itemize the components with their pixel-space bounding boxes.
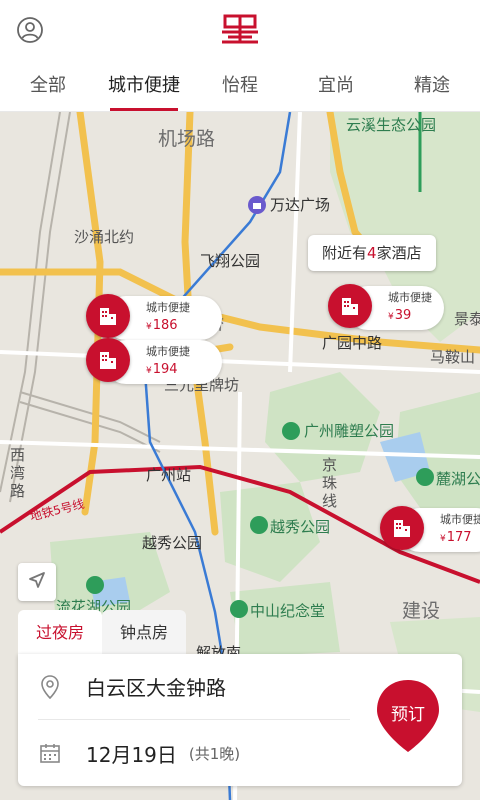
hotel-brand: 城市便捷 [440, 513, 480, 526]
hotel-price: ¥39 [388, 308, 412, 323]
park-icon [416, 468, 434, 486]
hotel-price: ¥186 [146, 318, 178, 333]
brand-logo-icon [222, 14, 258, 44]
hotel-building-icon [86, 294, 130, 338]
map-label: 越秀公园 [142, 534, 203, 552]
book-button[interactable]: 预订 [374, 678, 442, 754]
map-label: 越秀公园 [270, 518, 331, 536]
map-label: 马鞍山 [430, 348, 476, 366]
book-button-label: 预订 [391, 705, 425, 725]
map-label: 云溪生态公园 [346, 116, 437, 134]
hotel-brand: 城市便捷 [388, 291, 432, 304]
map-label: 建设 [402, 600, 441, 622]
booking-panel: 白云区大金钟路 12月19日 (共1晚) 预订 [18, 654, 462, 786]
map-label: 中山纪念堂 [250, 602, 326, 620]
tab-yishang[interactable]: 宜尚 [288, 60, 384, 111]
stay-type-tabs: 过夜房 钟点房 [18, 610, 187, 656]
nearby-suffix: 家酒店 [376, 244, 422, 262]
tab-hourly[interactable]: 钟点房 [102, 610, 187, 656]
nights-count: (共1晚) [188, 744, 241, 763]
hotel-building-icon [380, 506, 424, 550]
locate-button[interactable] [18, 563, 56, 601]
park-icon [230, 600, 248, 618]
hotel-building-icon [328, 284, 372, 328]
user-icon[interactable] [16, 16, 44, 44]
tab-city-express[interactable]: 城市便捷 [96, 60, 192, 111]
tab-yicheng[interactable]: 怡程 [192, 60, 288, 111]
nearby-count: 4 [367, 244, 377, 262]
map-label: 飞翔公园 [200, 252, 261, 270]
park-icon [250, 516, 268, 534]
tab-overnight[interactable]: 过夜房 [18, 610, 103, 656]
map-label: 西湾路 [10, 446, 26, 500]
map-label: 机场路 [158, 128, 216, 150]
app-header [0, 0, 480, 60]
nearby-hotels-tooltip[interactable]: 附近有4家酒店 [308, 235, 436, 271]
hotel-building-icon [86, 338, 130, 382]
location-pin-icon [38, 674, 62, 699]
park-icon [86, 576, 104, 594]
map-label: 景泰 [454, 310, 480, 328]
location-address: 白云区大金钟路 [86, 676, 226, 700]
nearby-prefix: 附近有 [322, 244, 368, 262]
checkin-date: 12月19日 [86, 742, 177, 767]
calendar-icon [38, 741, 62, 765]
map-label: 万达广场 [270, 196, 331, 214]
map-label: 京珠线 [322, 456, 338, 510]
map-label: 沙涌北约 [74, 228, 135, 246]
hotel-brand: 城市便捷 [146, 345, 190, 358]
hotel-price: ¥194 [146, 362, 178, 377]
tab-jingtu[interactable]: 精途 [384, 60, 480, 111]
map-label: 麓湖公园 [436, 470, 480, 488]
hotel-brand: 城市便捷 [146, 301, 190, 314]
location-row[interactable]: 白云区大金钟路 [38, 654, 350, 720]
tab-all[interactable]: 全部 [0, 60, 96, 111]
hotel-price: ¥177 [440, 530, 472, 545]
brand-tabs: 全部 城市便捷 怡程 宜尚 精途 [0, 60, 480, 112]
date-row[interactable]: 12月19日 (共1晚) [38, 720, 350, 786]
map-label: 广州雕塑公园 [304, 422, 395, 440]
map-label: 广州站 [146, 466, 192, 484]
park-icon [282, 422, 300, 440]
navigation-arrow-icon [27, 570, 47, 594]
shopping-icon [248, 196, 266, 214]
map-label: 广园中路 [322, 334, 383, 352]
